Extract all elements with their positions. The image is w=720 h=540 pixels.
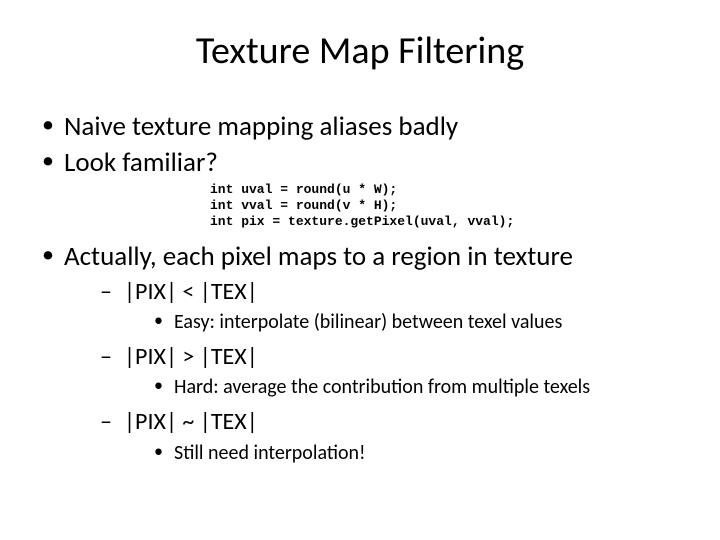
sub-sub-list: Easy: interpolate (bilinear) between tex… — [124, 309, 690, 335]
slide: Texture Map Filtering Naive texture mapp… — [0, 0, 720, 540]
sub-sub-item: Still need interpolation! — [154, 440, 690, 466]
sub-item: |PIX| > |TEX| Hard: average the contribu… — [100, 341, 690, 400]
bullet-list: Actually, each pixel maps to a region in… — [30, 240, 690, 465]
sub-sub-item: Hard: average the contribution from mult… — [154, 374, 690, 400]
sub-text: |PIX| ~ |TEX| — [124, 407, 258, 436]
bullet-list: Naive texture mapping aliases badly Look… — [30, 110, 690, 180]
sub-sub-list: Hard: average the contribution from mult… — [124, 374, 690, 400]
slide-title: Texture Map Filtering — [30, 28, 690, 74]
sub-sub-item: Easy: interpolate (bilinear) between tex… — [154, 309, 690, 335]
code-block: int uval = round(u * W); int vval = roun… — [210, 182, 690, 231]
sub-item: |PIX| ~ |TEX| Still need interpolation! — [100, 406, 690, 465]
bullet-item: Look familiar? — [38, 146, 690, 180]
bullet-text: Actually, each pixel maps to a region in… — [64, 240, 573, 273]
sub-item: |PIX| < |TEX| Easy: interpolate (bilinea… — [100, 276, 690, 335]
sub-sub-list: Still need interpolation! — [124, 440, 690, 466]
sub-list: |PIX| < |TEX| Easy: interpolate (bilinea… — [64, 276, 690, 466]
sub-text: |PIX| > |TEX| — [124, 342, 258, 371]
sub-text: |PIX| < |TEX| — [124, 277, 258, 306]
bullet-item: Naive texture mapping aliases badly — [38, 110, 690, 144]
bullet-item: Actually, each pixel maps to a region in… — [38, 240, 690, 465]
